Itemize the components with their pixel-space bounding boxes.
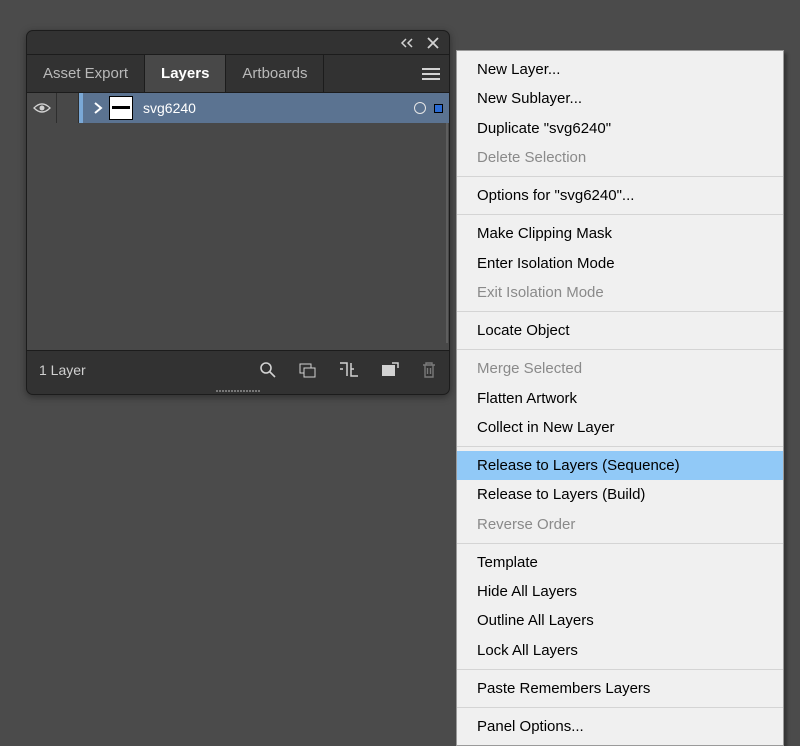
layers-panel: Asset Export Layers Artboards svg6240 bbox=[26, 30, 450, 395]
clipping-mask-icon[interactable] bbox=[339, 362, 359, 378]
menu-item[interactable]: Options for "svg6240"... bbox=[457, 181, 783, 210]
layer-color-indicator bbox=[79, 93, 83, 123]
chevron-right-icon[interactable] bbox=[93, 102, 103, 114]
new-layer-icon[interactable] bbox=[381, 362, 399, 378]
menu-separator bbox=[457, 543, 783, 544]
menu-item[interactable]: Enter Isolation Mode bbox=[457, 249, 783, 278]
target-icon[interactable] bbox=[414, 102, 426, 114]
tab-asset-export[interactable]: Asset Export bbox=[27, 55, 145, 92]
menu-item[interactable]: Paste Remembers Layers bbox=[457, 674, 783, 703]
layers-list: svg6240 bbox=[27, 93, 449, 351]
menu-separator bbox=[457, 176, 783, 177]
menu-item[interactable]: Release to Layers (Sequence) bbox=[457, 451, 783, 480]
menu-item[interactable]: Template bbox=[457, 548, 783, 577]
new-sublayer-icon[interactable] bbox=[299, 362, 317, 378]
tab-layers[interactable]: Layers bbox=[145, 55, 226, 92]
menu-item[interactable]: Duplicate "svg6240" bbox=[457, 114, 783, 143]
lock-toggle[interactable] bbox=[57, 93, 79, 123]
menu-item: Reverse Order bbox=[457, 510, 783, 539]
search-icon[interactable] bbox=[259, 361, 277, 379]
eye-icon bbox=[33, 102, 51, 114]
menu-separator bbox=[457, 311, 783, 312]
selection-indicator[interactable] bbox=[434, 104, 443, 113]
menu-item[interactable]: Release to Layers (Build) bbox=[457, 480, 783, 509]
menu-separator bbox=[457, 214, 783, 215]
menu-item[interactable]: Lock All Layers bbox=[457, 636, 783, 665]
menu-separator bbox=[457, 707, 783, 708]
menu-item: Merge Selected bbox=[457, 354, 783, 383]
menu-item[interactable]: New Layer... bbox=[457, 55, 783, 84]
visibility-toggle[interactable] bbox=[27, 93, 57, 123]
panel-topbar bbox=[27, 31, 449, 55]
panel-footer: 1 Layer bbox=[27, 351, 449, 389]
collapse-icon[interactable] bbox=[399, 38, 415, 48]
menu-item[interactable]: Outline All Layers bbox=[457, 606, 783, 635]
menu-item[interactable]: Flatten Artwork bbox=[457, 384, 783, 413]
menu-item[interactable]: Panel Options... bbox=[457, 712, 783, 741]
layer-name[interactable]: svg6240 bbox=[143, 100, 414, 116]
menu-item[interactable]: Make Clipping Mask bbox=[457, 219, 783, 248]
close-icon[interactable] bbox=[427, 37, 439, 49]
menu-separator bbox=[457, 446, 783, 447]
panel-menu-button[interactable] bbox=[413, 55, 449, 92]
trash-icon[interactable] bbox=[421, 361, 437, 379]
layer-row[interactable]: svg6240 bbox=[27, 93, 449, 123]
resize-grip[interactable] bbox=[27, 389, 449, 394]
menu-separator bbox=[457, 669, 783, 670]
menu-item[interactable]: Hide All Layers bbox=[457, 577, 783, 606]
scrollbar[interactable] bbox=[446, 123, 448, 343]
panel-tabs: Asset Export Layers Artboards bbox=[27, 55, 449, 93]
menu-item: Exit Isolation Mode bbox=[457, 278, 783, 307]
panel-context-menu: New Layer...New Sublayer...Duplicate "sv… bbox=[456, 50, 784, 746]
layer-thumbnail bbox=[109, 96, 133, 120]
tab-artboards[interactable]: Artboards bbox=[226, 55, 324, 92]
menu-item[interactable]: Locate Object bbox=[457, 316, 783, 345]
menu-item[interactable]: New Sublayer... bbox=[457, 84, 783, 113]
menu-item: Delete Selection bbox=[457, 143, 783, 172]
footer-toolbar bbox=[259, 361, 437, 379]
layer-count: 1 Layer bbox=[39, 362, 86, 378]
menu-separator bbox=[457, 349, 783, 350]
menu-item[interactable]: Collect in New Layer bbox=[457, 413, 783, 442]
